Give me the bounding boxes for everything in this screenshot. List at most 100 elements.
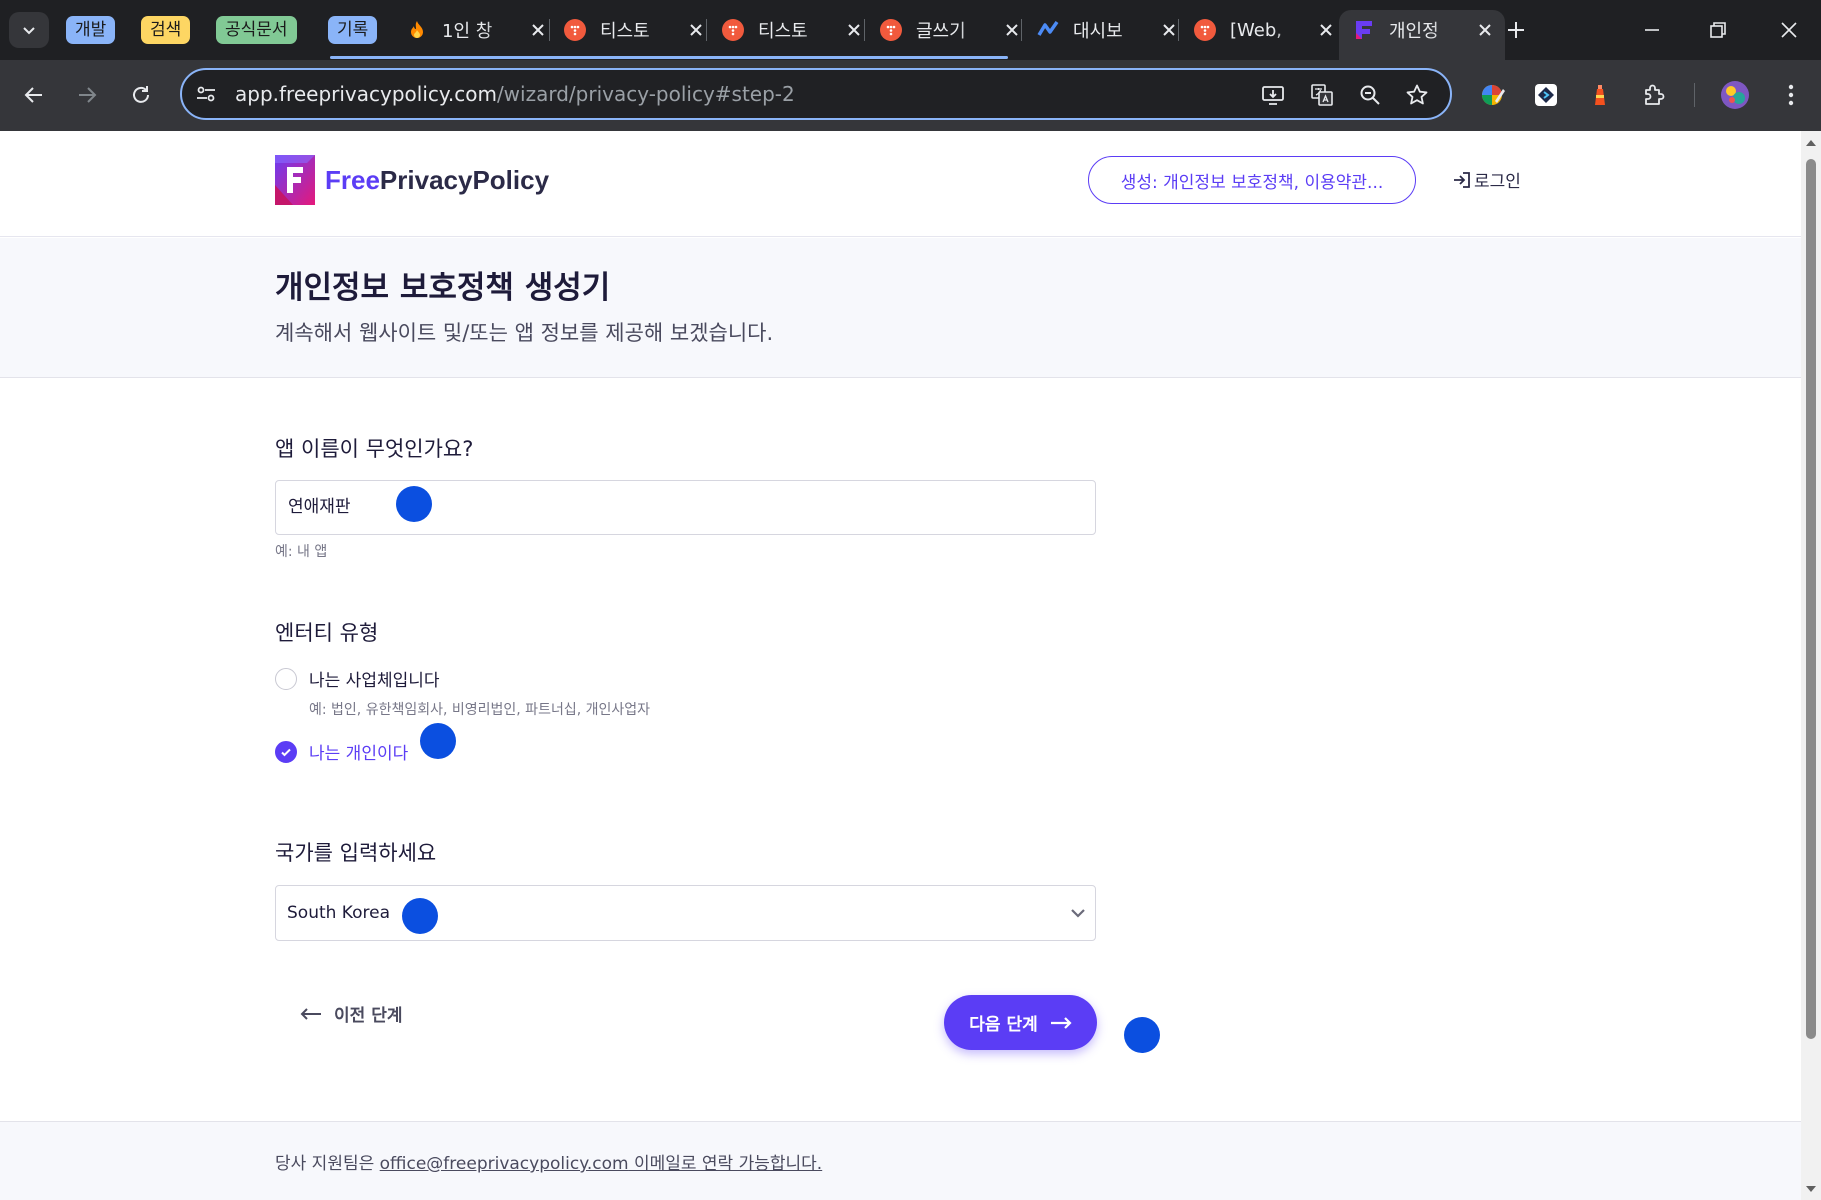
translate-icon[interactable] (1309, 82, 1335, 108)
minimize-icon (1645, 29, 1659, 31)
tab-group-docs[interactable]: 공식문서 (216, 16, 297, 44)
back-button[interactable] (16, 77, 52, 113)
tistory-icon (880, 19, 902, 41)
browser-tab[interactable]: 글쓰기 (880, 10, 1022, 50)
radio-individual[interactable] (275, 740, 297, 763)
address-bar[interactable]: app.freeprivacypolicy.com/wizard/privacy… (180, 68, 1452, 120)
browser-tab-active[interactable]: 개인정 (1339, 10, 1505, 60)
close-icon[interactable] (1159, 20, 1179, 40)
page-scrollbar[interactable] (1801, 131, 1821, 1200)
browser-tab-bar: 개발 검색 공식문서 기록 1인 창 티스토 티스토 글쓰기 대시보 [Web,… (0, 0, 1821, 60)
minimize-button[interactable] (1636, 14, 1668, 46)
tistory-icon (1194, 19, 1216, 41)
tab-search-button[interactable] (9, 12, 49, 48)
new-tab-button[interactable] (1500, 14, 1532, 46)
tab-title: 티스토 (758, 21, 808, 42)
arrow-left-icon (24, 87, 42, 103)
plus-icon (1508, 22, 1524, 38)
tab-title: 1인 창 (442, 21, 493, 42)
browser-tab[interactable]: 티스토 (564, 10, 706, 50)
app-name-hint: 예: 내 앱 (275, 544, 328, 560)
close-icon[interactable] (1002, 20, 1022, 40)
click-marker (396, 486, 432, 522)
close-icon[interactable] (1475, 20, 1495, 40)
next-step-label: 다음 단계 (969, 1015, 1038, 1035)
tab-title: [Web, (1230, 19, 1282, 41)
url-path: /wizard/privacy-policy#step-2 (496, 82, 795, 106)
entity-business-label: 나는 사업체입니다 (309, 671, 440, 691)
tab-separator (706, 19, 707, 41)
close-icon (1781, 22, 1797, 38)
scrollbar-thumb[interactable] (1806, 159, 1816, 1039)
site-settings-icon[interactable] (194, 82, 218, 110)
site-footer: 당사 지원팀은 office@freeprivacypolicy.com 이메일… (0, 1121, 1801, 1200)
tab-title: 개인정 (1389, 21, 1439, 42)
entity-individual-label: 나는 개인이다 (309, 744, 409, 764)
logo-text: FreePrivacyPolicy (325, 165, 549, 196)
extensions-puzzle-icon[interactable] (1639, 80, 1669, 110)
browser-toolbar: app.freeprivacypolicy.com/wizard/privacy… (0, 60, 1821, 131)
bookmark-star-icon[interactable] (1404, 82, 1430, 108)
entity-type-label: 엔터티 유형 (275, 621, 379, 645)
support-email-link[interactable]: office@freeprivacypolicy.com (380, 1154, 629, 1174)
radio-business[interactable] (275, 667, 297, 690)
tab-group-notes[interactable]: 기록 (328, 16, 378, 44)
click-marker (1124, 1017, 1160, 1053)
entity-business-option[interactable]: 나는 사업체입니다 (275, 666, 440, 691)
toolbar-separator (1694, 83, 1695, 107)
profile-avatar[interactable] (1720, 80, 1750, 110)
login-label: 로그인 (1474, 172, 1521, 192)
color-picker-extension-icon[interactable] (1477, 80, 1507, 110)
close-window-button[interactable] (1773, 14, 1805, 46)
scroll-up-icon[interactable] (1805, 137, 1817, 149)
country-select[interactable]: South Korea (275, 885, 1096, 941)
check-icon (281, 748, 291, 756)
close-icon[interactable] (686, 20, 706, 40)
site-header: FreePrivacyPolicy 생성: 개인정보 보호정책, 이용약관...… (0, 131, 1801, 237)
country-label: 국가를 입력하세요 (275, 841, 437, 865)
browser-menu-button[interactable] (1776, 80, 1806, 110)
support-text: 당사 지원팀은 office@freeprivacypolicy.com 이메일… (275, 1149, 822, 1174)
tab-group-search[interactable]: 검색 (141, 16, 191, 44)
arrow-left-icon (300, 1007, 321, 1020)
page-subtitle: 계속해서 웹사이트 및/또는 앱 정보를 제공해 보겠습니다. (275, 321, 774, 345)
next-step-button[interactable]: 다음 단계 (944, 995, 1097, 1050)
url-host: app.freeprivacypolicy.com (235, 82, 497, 106)
support-text-after[interactable]: 이메일로 연락 가능합니다. (629, 1154, 822, 1174)
close-icon[interactable] (528, 20, 548, 40)
install-app-icon[interactable] (1260, 82, 1286, 108)
tab-separator (864, 19, 865, 41)
browser-tab[interactable]: 티스토 (722, 10, 864, 50)
tab-separator (549, 19, 550, 41)
site-logo[interactable]: FreePrivacyPolicy (275, 155, 549, 205)
arrow-right-icon (79, 87, 97, 103)
scroll-down-icon[interactable] (1805, 1183, 1817, 1195)
previous-step-label: 이전 단계 (334, 1006, 403, 1026)
tab-separator (1021, 19, 1022, 41)
url-text: app.freeprivacypolicy.com/wizard/privacy… (235, 82, 795, 106)
chevron-down-icon (23, 27, 35, 35)
web-page: FreePrivacyPolicy 생성: 개인정보 보호정책, 이용약관...… (0, 131, 1801, 1200)
restore-button[interactable] (1702, 14, 1734, 46)
tab-title: 티스토 (600, 21, 650, 42)
generate-policies-button[interactable]: 생성: 개인정보 보호정책, 이용약관... (1088, 156, 1416, 204)
zoom-icon[interactable] (1357, 82, 1383, 108)
lighthouse-extension-icon[interactable] (1585, 80, 1615, 110)
close-icon[interactable] (844, 20, 864, 40)
browser-tab[interactable]: [Web, (1194, 10, 1336, 50)
close-icon[interactable] (1316, 20, 1336, 40)
login-link[interactable]: 로그인 (1452, 167, 1521, 192)
tab-group-dev[interactable]: 개발 (66, 16, 116, 44)
browser-tab[interactable]: 1인 창 (406, 10, 548, 50)
reload-button[interactable] (123, 77, 159, 113)
page-hero: 개인정보 보호정책 생성기 계속해서 웹사이트 및/또는 앱 정보를 제공해 보… (0, 238, 1801, 378)
more-vertical-icon (1788, 84, 1794, 106)
logo-text-rest: PrivacyPolicy (379, 164, 550, 195)
entity-individual-option[interactable]: 나는 개인이다 (275, 739, 408, 764)
chevron-down-icon (1071, 909, 1085, 918)
reload-icon (133, 86, 149, 103)
browser-tab[interactable]: 대시보 (1037, 10, 1179, 50)
previous-step-button[interactable]: 이전 단계 (300, 1001, 402, 1026)
forward-button[interactable] (69, 77, 105, 113)
code-extension-icon[interactable] (1531, 80, 1561, 110)
